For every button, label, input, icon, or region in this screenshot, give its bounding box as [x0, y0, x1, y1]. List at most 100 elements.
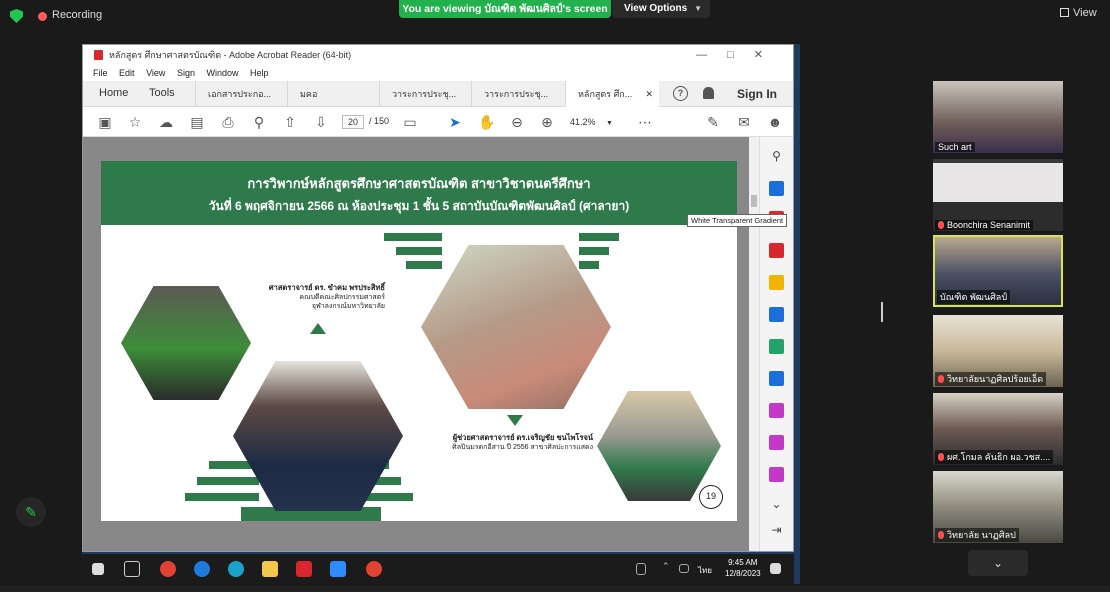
- zoom-out-icon[interactable]: ⊖: [509, 114, 525, 130]
- window-title: หลักสูตร ศึกษาศาสตรบัณฑิต - Adobe Acroba…: [109, 50, 352, 60]
- menu-window[interactable]: Window: [206, 68, 238, 78]
- page-display-icon[interactable]: ▭: [402, 114, 418, 130]
- help-icon[interactable]: ?: [673, 86, 688, 101]
- viewing-screen-banner: You are viewing บัณฑิต พัฒนศิลป์'s scree…: [399, 0, 611, 18]
- comment-icon[interactable]: [769, 275, 784, 290]
- email-icon[interactable]: ✉: [736, 114, 752, 130]
- task-view-icon[interactable]: [124, 561, 140, 577]
- decor-stripe: [197, 477, 259, 485]
- window-title-bar: หลักสูตร ศึกษาศาสตรบัณฑิต - Adobe Acroba…: [83, 45, 793, 65]
- menu-sign[interactable]: Sign: [177, 68, 195, 78]
- zoom-in-icon[interactable]: ⊕: [539, 114, 555, 130]
- bookmark-star-icon[interactable]: ☆: [127, 114, 143, 130]
- upload-cloud-icon[interactable]: ☁: [158, 114, 174, 130]
- gallery-scroll-down-button[interactable]: ⌄: [968, 550, 1028, 576]
- doc-tab-1[interactable]: เอกสารประกอ...: [195, 81, 287, 107]
- file-explorer-icon[interactable]: [262, 561, 278, 577]
- grid-view-icon: [1060, 8, 1069, 17]
- decor-stripe: [579, 247, 609, 255]
- vertical-scrollbar[interactable]: [749, 137, 759, 551]
- menu-help[interactable]: Help: [250, 68, 269, 78]
- chevron-up-icon[interactable]: ⌃: [662, 561, 678, 577]
- ie-icon[interactable]: [194, 561, 210, 577]
- page-up-icon[interactable]: ⇧: [282, 114, 298, 130]
- zoom-level-select[interactable]: 41.2% ▼: [570, 115, 618, 129]
- combine-files-icon[interactable]: [769, 307, 784, 322]
- save-icon[interactable]: ▣: [97, 114, 113, 130]
- zoom-search-icon[interactable]: ⚲: [251, 114, 267, 130]
- notification-icon[interactable]: [770, 563, 781, 574]
- edit-pdf-icon[interactable]: [769, 435, 784, 450]
- hand-tool-icon[interactable]: ✋: [478, 114, 495, 130]
- create-pdf-icon[interactable]: [769, 181, 784, 196]
- input-language[interactable]: ไทย: [698, 564, 712, 577]
- zoom-pane-icon[interactable]: ⚲: [769, 149, 784, 164]
- doc-tab-2[interactable]: มคอ: [287, 81, 379, 107]
- window-controls[interactable]: —□✕: [696, 45, 783, 65]
- print-icon[interactable]: ⎙: [220, 114, 236, 130]
- network-icon[interactable]: [679, 564, 689, 573]
- zoom-taskbar-icon[interactable]: [330, 561, 346, 577]
- doc-tab-4[interactable]: วาระการประชุ...: [471, 81, 563, 107]
- mic-muted-icon: [938, 453, 944, 461]
- annotate-pencil-button[interactable]: ✎: [16, 497, 46, 527]
- decor-stripe: [579, 233, 619, 241]
- request-signature-icon[interactable]: [769, 467, 784, 482]
- scan-icon[interactable]: [769, 371, 784, 386]
- chrome-icon[interactable]: [160, 561, 176, 577]
- share-user-icon[interactable]: ☻: [767, 114, 783, 130]
- participant-name: วิทยาลัยนาฏศิลปร้อยเอ็ด: [947, 374, 1044, 384]
- mic-muted-icon: [938, 221, 944, 229]
- clock-date: 12/8/2023: [725, 569, 761, 578]
- recording-icon: [38, 12, 47, 21]
- text-cursor: [881, 302, 883, 322]
- menu-file[interactable]: File: [93, 68, 108, 78]
- more-options-icon[interactable]: ⋯: [637, 114, 653, 130]
- tab-home[interactable]: Home: [99, 87, 128, 99]
- edge-icon[interactable]: [228, 561, 244, 577]
- doc-tab-active[interactable]: หลักสูตร ศึก... ✕: [565, 81, 659, 107]
- page-down-icon[interactable]: ⇩: [313, 114, 329, 130]
- taskbar-clock[interactable]: 9:45 AM 12/8/2023: [725, 557, 761, 579]
- acrobat-taskbar-icon[interactable]: [296, 561, 312, 577]
- speaker1-photo: [233, 361, 403, 511]
- participants-photo: [597, 391, 721, 501]
- view-label: View: [1073, 7, 1097, 19]
- participant-tile[interactable]: Such art: [933, 81, 1063, 153]
- export-pdf-icon[interactable]: [769, 243, 784, 258]
- participant-name: ผศ.โกมล คันธิก ผอ.วชส....: [947, 452, 1051, 462]
- participant-tile[interactable]: ผศ.โกมล คันธิก ผอ.วชส....: [933, 393, 1063, 465]
- close-tab-icon[interactable]: ✕: [645, 81, 653, 107]
- participant-tile[interactable]: Boonchira Senanimit: [933, 159, 1063, 231]
- triangle-up-icon: [310, 323, 326, 334]
- tab-tools[interactable]: Tools: [149, 87, 175, 99]
- select-cursor-icon[interactable]: ➤: [447, 114, 463, 130]
- sign-in-button[interactable]: Sign In: [737, 87, 777, 101]
- people-icon[interactable]: [636, 563, 646, 575]
- menu-edit[interactable]: Edit: [119, 68, 135, 78]
- notification-bell-icon[interactable]: [703, 87, 714, 99]
- zoom-bottom-bar: [0, 586, 1110, 592]
- chrome-profile-icon[interactable]: [366, 561, 382, 577]
- speaker1-affiliation: จุฬาลงกรณ์มหาวิทยาลัย: [311, 303, 385, 310]
- view-button[interactable]: View: [1060, 7, 1097, 19]
- slide-header: การวิพากษ์หลักสูตรศึกษาศาสตรบัณฑิต สาขาว…: [101, 161, 737, 225]
- speaker2-name: ผู้ช่วยศาสตราจารย์ ดร.เจริญชัย ชนไพโรจน์: [452, 433, 593, 442]
- chevron-down-icon[interactable]: ⌄: [769, 497, 784, 512]
- participant-tile[interactable]: วิทยาลัยนาฏศิลปร้อยเอ็ด: [933, 315, 1063, 387]
- current-page-input[interactable]: 20: [342, 115, 364, 129]
- participant-tile-active[interactable]: บัณฑิต พัฒนศิลป์: [933, 235, 1063, 307]
- collapse-pane-icon[interactable]: ⇥: [769, 523, 784, 538]
- scrollbar-thumb[interactable]: [751, 195, 757, 207]
- slide-title: การวิพากษ์หลักสูตรศึกษาศาสตรบัณฑิต สาขาว…: [247, 176, 591, 191]
- windows-start-icon[interactable]: [92, 563, 104, 575]
- doc-tab-3[interactable]: วาระการประชุ...: [379, 81, 471, 107]
- compress-icon[interactable]: [769, 339, 784, 354]
- fill-sign-icon[interactable]: [769, 403, 784, 418]
- lock-file-icon[interactable]: ▤: [189, 114, 205, 130]
- security-shield-icon[interactable]: [10, 9, 23, 23]
- menu-view[interactable]: View: [146, 68, 165, 78]
- view-options-button[interactable]: View Options ▼: [612, 0, 710, 18]
- sign-pen-icon[interactable]: ✎: [705, 114, 721, 130]
- participant-tile[interactable]: วิทยาลัย นาฏศิลป: [933, 471, 1063, 543]
